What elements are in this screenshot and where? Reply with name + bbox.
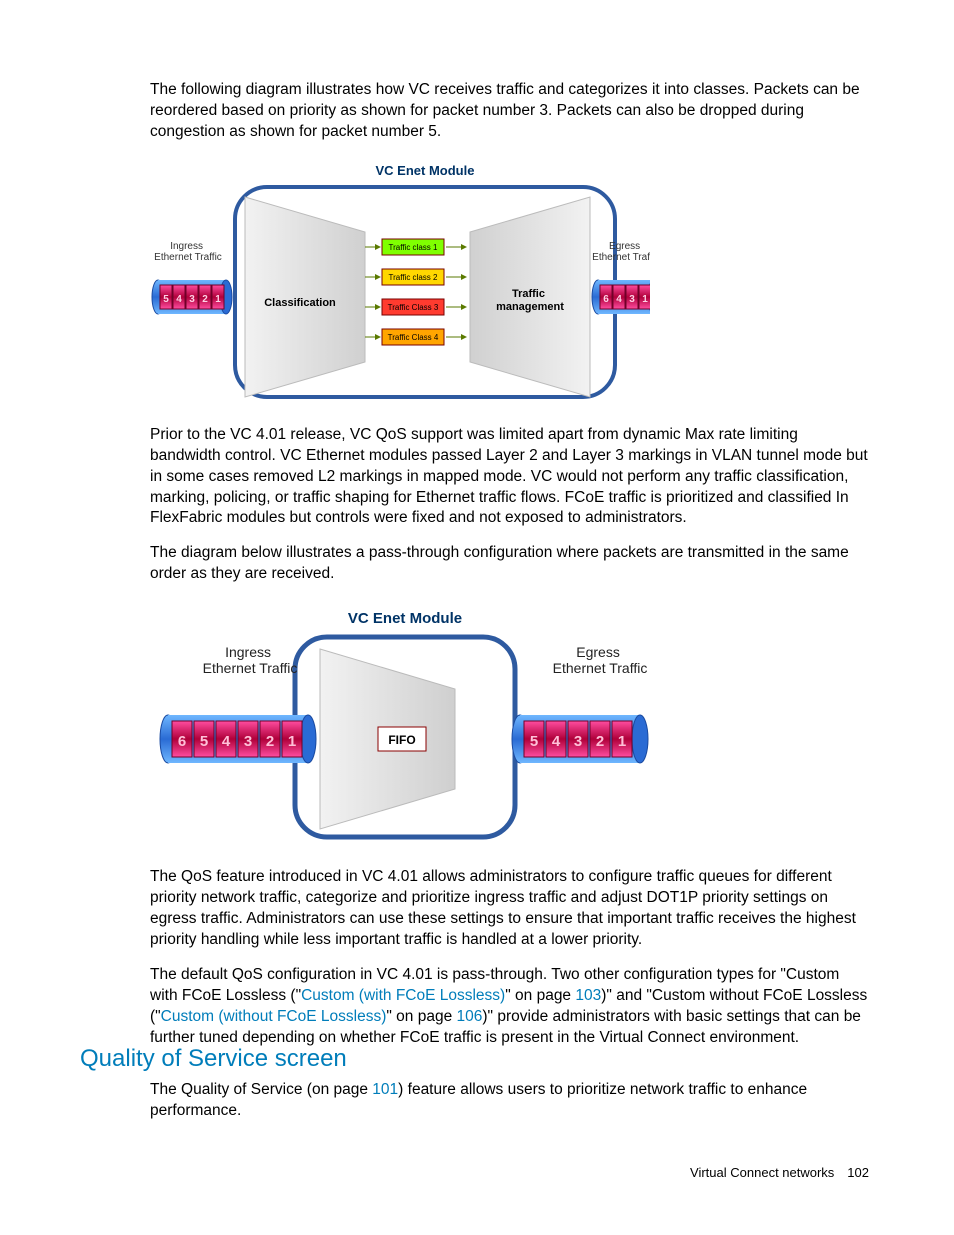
svg-text:2: 2 <box>596 733 604 750</box>
svg-text:1: 1 <box>288 733 296 750</box>
svg-text:Traffic class 2: Traffic class 2 <box>389 273 438 282</box>
link-page-103[interactable]: 103 <box>575 987 601 1004</box>
paragraph: The Quality of Service (on page 101) fea… <box>150 1080 870 1122</box>
egress-cylinder: 5 4 3 2 1 <box>512 715 648 763</box>
svg-text:1: 1 <box>215 294 221 305</box>
ingress-cylinder: 6 5 4 3 2 1 <box>160 715 316 763</box>
paragraph: The following diagram illustrates how VC… <box>150 80 870 143</box>
figure-fifo: VC Enet Module Ingress Ethernet Traffic … <box>150 599 870 849</box>
svg-text:3: 3 <box>244 733 252 750</box>
svg-text:5: 5 <box>200 733 208 750</box>
traffic-classes: Traffic class 1 Traffic class 2 Traffic … <box>365 239 466 345</box>
svg-text:4: 4 <box>552 733 561 750</box>
paragraph: Prior to the VC 4.01 release, VC QoS sup… <box>150 425 870 530</box>
svg-text:2: 2 <box>266 733 274 750</box>
egress-label: Egress Ethernet Traffic <box>553 644 648 676</box>
classification-label: Classification <box>264 297 336 309</box>
egress-label: Egress Ethernet Traffic <box>592 241 650 263</box>
svg-text:Traffic Class 4: Traffic Class 4 <box>388 333 439 342</box>
svg-text:4: 4 <box>222 733 231 750</box>
ingress-label: Ingress Ethernet Traffic <box>154 241 222 263</box>
svg-text:1: 1 <box>642 294 648 305</box>
link-custom-without-fcoe-lossless[interactable]: Custom (without FCoE Lossless) <box>161 1008 387 1025</box>
paragraph: The QoS feature introduced in VC 4.01 al… <box>150 867 870 951</box>
svg-text:Traffic class 1: Traffic class 1 <box>389 243 438 252</box>
svg-text:5: 5 <box>163 294 169 305</box>
paragraph: The diagram below illustrates a pass-thr… <box>150 543 870 585</box>
page-content: The following diagram illustrates how VC… <box>150 80 870 1063</box>
link-page-101[interactable]: 101 <box>372 1081 398 1098</box>
figure-title: VC Enet Module <box>376 163 475 178</box>
svg-text:2: 2 <box>202 294 208 305</box>
paragraph: The default QoS configuration in VC 4.01… <box>150 965 870 1049</box>
svg-text:4: 4 <box>616 294 622 305</box>
fifo-label: FIFO <box>388 733 415 747</box>
egress-cylinder: 6 4 3 1 <box>592 280 650 314</box>
svg-text:Traffic Class 3: Traffic Class 3 <box>388 303 439 312</box>
section-heading: Quality of Service screen <box>80 1045 347 1073</box>
link-page-106[interactable]: 106 <box>457 1008 483 1025</box>
figure-traffic-classes: VC Enet Module Ingress Ethernet Traffic … <box>150 157 870 407</box>
ingress-label: Ingress Ethernet Traffic <box>203 644 298 676</box>
svg-text:3: 3 <box>629 294 635 305</box>
svg-text:3: 3 <box>574 733 582 750</box>
svg-text:4: 4 <box>176 294 182 305</box>
ingress-cylinder: 5 4 3 2 1 <box>152 280 232 314</box>
link-custom-fcoe-lossless[interactable]: Custom (with FCoE Lossless) <box>301 987 505 1004</box>
figure-title: VC Enet Module <box>348 610 462 627</box>
svg-text:6: 6 <box>178 733 186 750</box>
svg-text:5: 5 <box>530 733 538 750</box>
svg-text:3: 3 <box>189 294 195 305</box>
svg-text:6: 6 <box>603 294 609 305</box>
svg-text:1: 1 <box>618 733 626 750</box>
page-footer: Virtual Connect networks 102 <box>690 1165 869 1180</box>
